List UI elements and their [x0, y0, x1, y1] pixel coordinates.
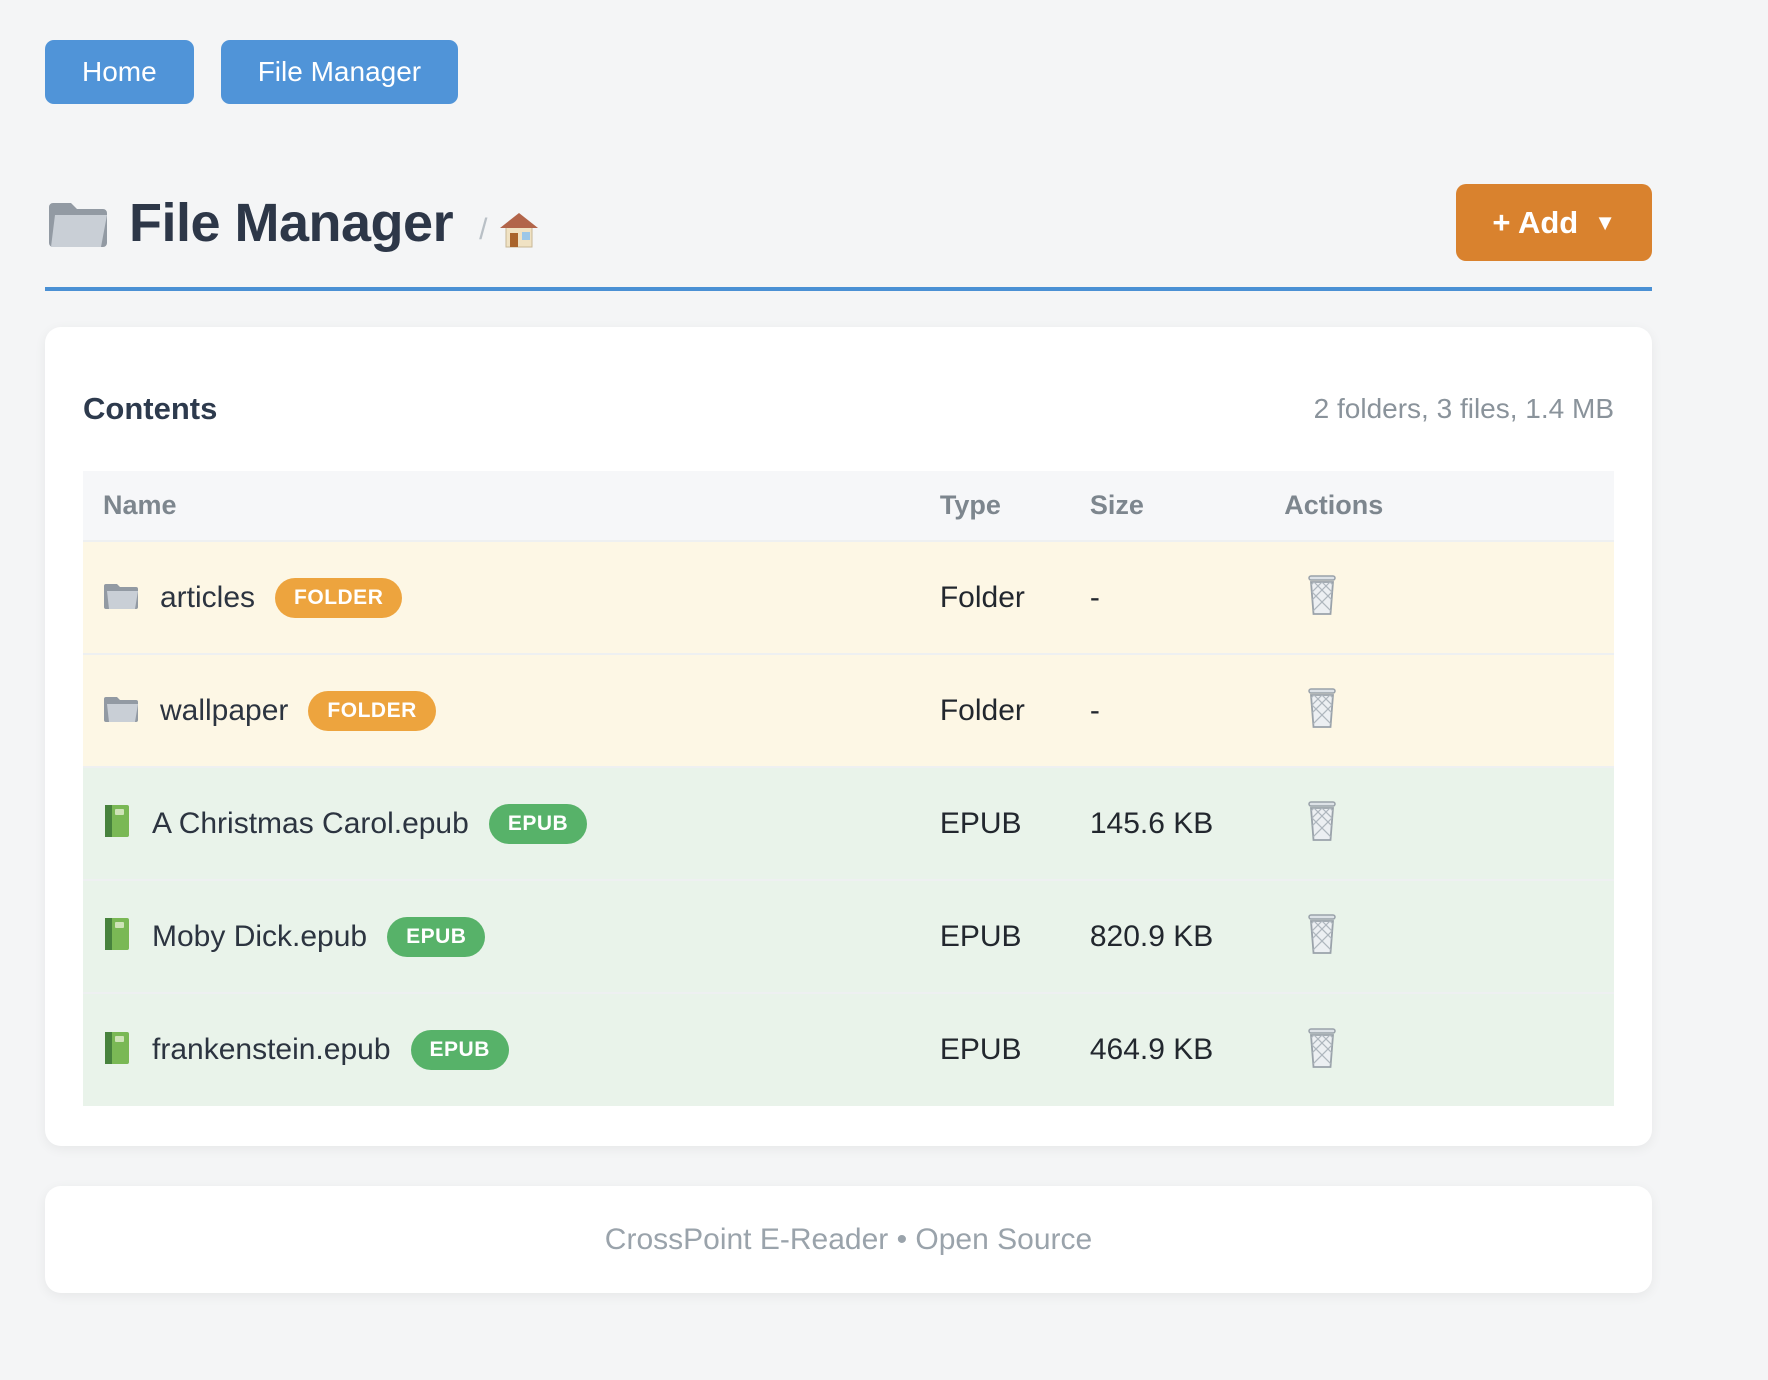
- table-row-christmas-carol[interactable]: A Christmas Carol.epub EPUB EPUB 145.6 K…: [83, 767, 1614, 880]
- book-icon: [102, 1031, 132, 1070]
- type-cell: EPUB: [939, 993, 1089, 1106]
- file-table: Name Type Size Actions: [83, 471, 1614, 1106]
- breadcrumb-separator: /: [479, 213, 487, 247]
- type-cell: Folder: [939, 654, 1089, 767]
- type-badge: FOLDER: [275, 578, 402, 618]
- folder-icon: [102, 692, 140, 729]
- page-header: File Manager / + Add ▼: [45, 184, 1652, 261]
- folder-icon: [45, 195, 111, 251]
- footer-card: CrossPoint E-Reader • Open Source: [45, 1186, 1652, 1293]
- column-header-size: Size: [1089, 471, 1283, 541]
- footer-text: CrossPoint E-Reader • Open Source: [605, 1223, 1092, 1257]
- trash-icon[interactable]: [1304, 913, 1340, 955]
- header-divider: [45, 287, 1652, 291]
- table-row-articles[interactable]: articles FOLDER Folder -: [83, 541, 1614, 654]
- type-badge: EPUB: [489, 804, 587, 844]
- column-header-type: Type: [939, 471, 1089, 541]
- home-icon[interactable]: [499, 211, 539, 249]
- add-button-label: + Add: [1492, 205, 1578, 241]
- page-content: Home File Manager File Manager / + Ad: [45, 0, 1652, 1293]
- book-icon: [102, 917, 132, 956]
- trash-icon[interactable]: [1304, 800, 1340, 842]
- size-cell: 145.6 KB: [1089, 767, 1283, 880]
- file-name[interactable]: Moby Dick.epub: [152, 920, 367, 954]
- file-name[interactable]: frankenstein.epub: [152, 1033, 391, 1067]
- table-row-frankenstein[interactable]: frankenstein.epub EPUB EPUB 464.9 KB: [83, 993, 1614, 1106]
- type-badge: FOLDER: [308, 691, 435, 731]
- folder-icon: [102, 579, 140, 616]
- book-icon: [102, 804, 132, 843]
- table-header-row: Name Type Size Actions: [83, 471, 1614, 541]
- contents-heading: Contents: [83, 391, 217, 427]
- type-cell: Folder: [939, 541, 1089, 654]
- table-row-wallpaper[interactable]: wallpaper FOLDER Folder -: [83, 654, 1614, 767]
- column-header-actions: Actions: [1283, 471, 1614, 541]
- trash-icon[interactable]: [1304, 574, 1340, 616]
- size-cell: -: [1089, 541, 1283, 654]
- type-cell: EPUB: [939, 880, 1089, 993]
- file-name[interactable]: A Christmas Carol.epub: [152, 807, 469, 841]
- chevron-down-icon: ▼: [1594, 212, 1616, 234]
- table-row-moby-dick[interactable]: Moby Dick.epub EPUB EPUB 820.9 KB: [83, 880, 1614, 993]
- nav-button-home[interactable]: Home: [45, 40, 194, 104]
- file-name[interactable]: articles: [160, 581, 255, 615]
- top-nav: Home File Manager: [45, 0, 1652, 104]
- column-header-name: Name: [83, 471, 939, 541]
- file-name[interactable]: wallpaper: [160, 694, 288, 728]
- type-badge: EPUB: [387, 917, 485, 957]
- contents-card-header: Contents 2 folders, 3 files, 1.4 MB: [83, 391, 1614, 427]
- size-cell: 464.9 KB: [1089, 993, 1283, 1106]
- breadcrumb: /: [479, 197, 539, 249]
- trash-icon[interactable]: [1304, 687, 1340, 729]
- page-title: File Manager: [129, 192, 453, 254]
- size-cell: 820.9 KB: [1089, 880, 1283, 993]
- trash-icon[interactable]: [1304, 1027, 1340, 1069]
- type-cell: EPUB: [939, 767, 1089, 880]
- contents-summary: 2 folders, 3 files, 1.4 MB: [1314, 393, 1614, 425]
- add-button[interactable]: + Add ▼: [1456, 184, 1652, 261]
- size-cell: -: [1089, 654, 1283, 767]
- type-badge: EPUB: [411, 1030, 509, 1070]
- contents-card: Contents 2 folders, 3 files, 1.4 MB Name…: [45, 327, 1652, 1146]
- nav-button-file-manager[interactable]: File Manager: [221, 40, 458, 104]
